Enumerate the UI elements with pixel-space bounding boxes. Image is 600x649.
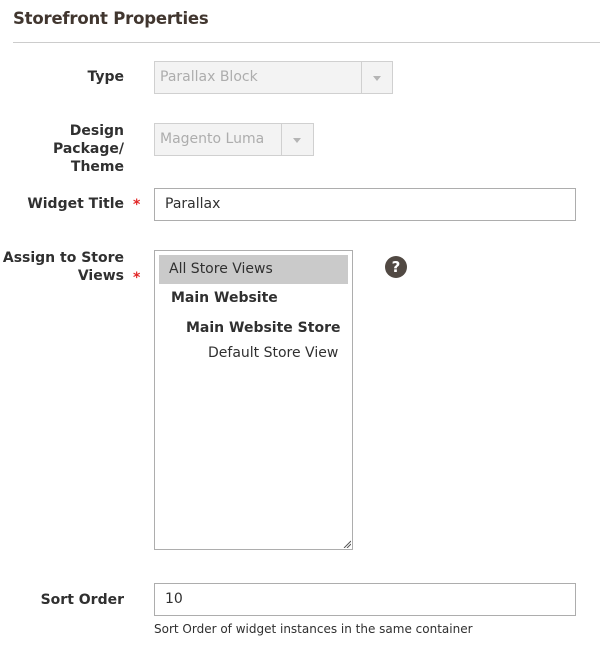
select-divider [281, 124, 282, 155]
widget-title-input[interactable]: Parallax [154, 188, 576, 221]
theme-select-value: Magento Luma [160, 131, 265, 147]
option-default-store-view[interactable]: Default Store View [208, 345, 338, 361]
sort-order-label: Sort Order [40, 592, 124, 608]
required-mark: * [133, 270, 141, 286]
select-divider [361, 62, 362, 93]
theme-select[interactable]: Magento Luma [154, 123, 314, 156]
store-views-label: Assign to Store Views [3, 249, 124, 285]
section-divider [13, 42, 600, 43]
store-views-multiselect[interactable]: All Store Views Main Website Main Websit… [154, 250, 353, 550]
required-mark: * [133, 197, 141, 213]
chevron-down-icon [373, 76, 381, 81]
type-label: Type [87, 69, 124, 85]
theme-label-line1: Design Package/ [52, 123, 124, 157]
type-select[interactable]: Parallax Block [154, 61, 393, 94]
section-title: Storefront Properties [13, 9, 209, 28]
sort-order-input[interactable]: 10 [154, 583, 576, 616]
store-views-label-line2: Views [77, 268, 124, 284]
type-select-value: Parallax Block [160, 69, 258, 85]
option-all-store-views[interactable]: All Store Views [169, 261, 273, 277]
resize-grip-icon[interactable] [343, 540, 351, 548]
theme-label: Design Package/ Theme [0, 122, 124, 176]
widget-title-label: Widget Title [27, 196, 124, 212]
question-circle-icon[interactable]: ? [385, 256, 407, 278]
chevron-down-icon [293, 138, 301, 143]
option-main-website-store[interactable]: Main Website Store [186, 320, 340, 336]
theme-label-line2: Theme [70, 159, 124, 175]
store-views-label-line1: Assign to Store [2, 250, 124, 266]
option-main-website[interactable]: Main Website [171, 290, 278, 306]
sort-order-note: Sort Order of widget instances in the sa… [154, 622, 473, 636]
